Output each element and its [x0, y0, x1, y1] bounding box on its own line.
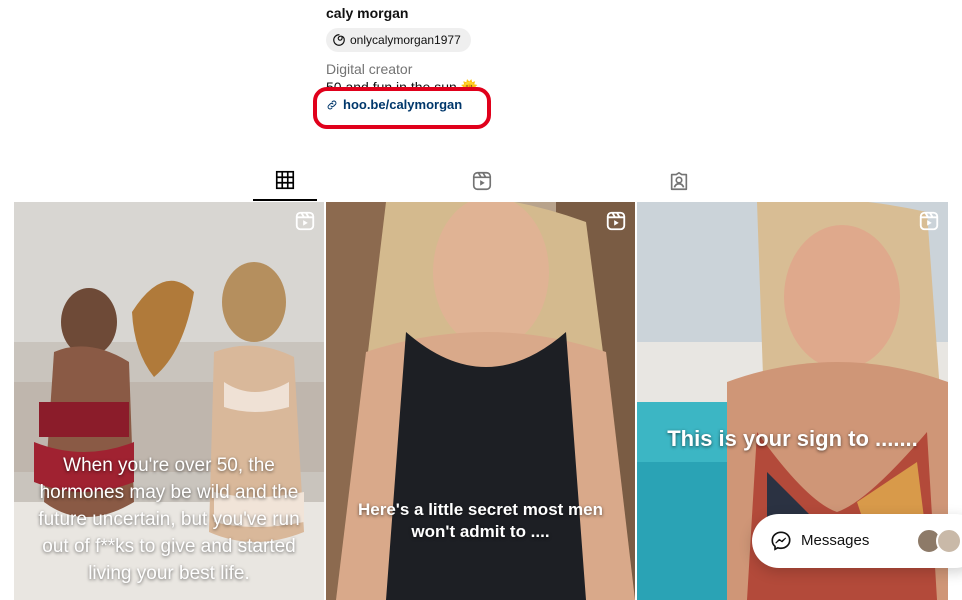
- messenger-icon: [771, 531, 791, 551]
- message-avatars: [916, 528, 962, 554]
- post-tile[interactable]: When you're over 50, the hormones may be…: [14, 202, 324, 600]
- reel-icon: [606, 211, 626, 231]
- reel-icon: [919, 211, 939, 231]
- post-caption: This is your sign to .......: [667, 426, 918, 451]
- profile-tabs: [0, 160, 962, 201]
- threads-icon: [333, 34, 345, 46]
- grid-icon: [275, 170, 295, 189]
- reel-icon: [295, 211, 315, 231]
- threads-handle: onlycalymorgan1977: [350, 33, 461, 47]
- tab-tagged[interactable]: [647, 160, 711, 201]
- tab-reels[interactable]: [450, 160, 514, 201]
- post-caption: When you're over 50, the hormones may be…: [38, 455, 300, 584]
- tagged-icon: [670, 171, 688, 190]
- reels-icon: [472, 171, 492, 190]
- avatar: [936, 528, 962, 554]
- profile-username: caly morgan: [326, 5, 409, 21]
- post-tile[interactable]: Here's a little secret most men won't ad…: [326, 202, 635, 600]
- post-caption: Here's a little secret most men won't ad…: [358, 500, 603, 541]
- tab-posts[interactable]: [253, 160, 317, 201]
- messages-button[interactable]: Messages: [752, 514, 962, 568]
- messages-label: Messages: [801, 532, 870, 549]
- link-highlight-annotation: [313, 87, 491, 129]
- profile-category: Digital creator: [326, 61, 413, 77]
- threads-badge[interactable]: onlycalymorgan1977: [326, 28, 471, 52]
